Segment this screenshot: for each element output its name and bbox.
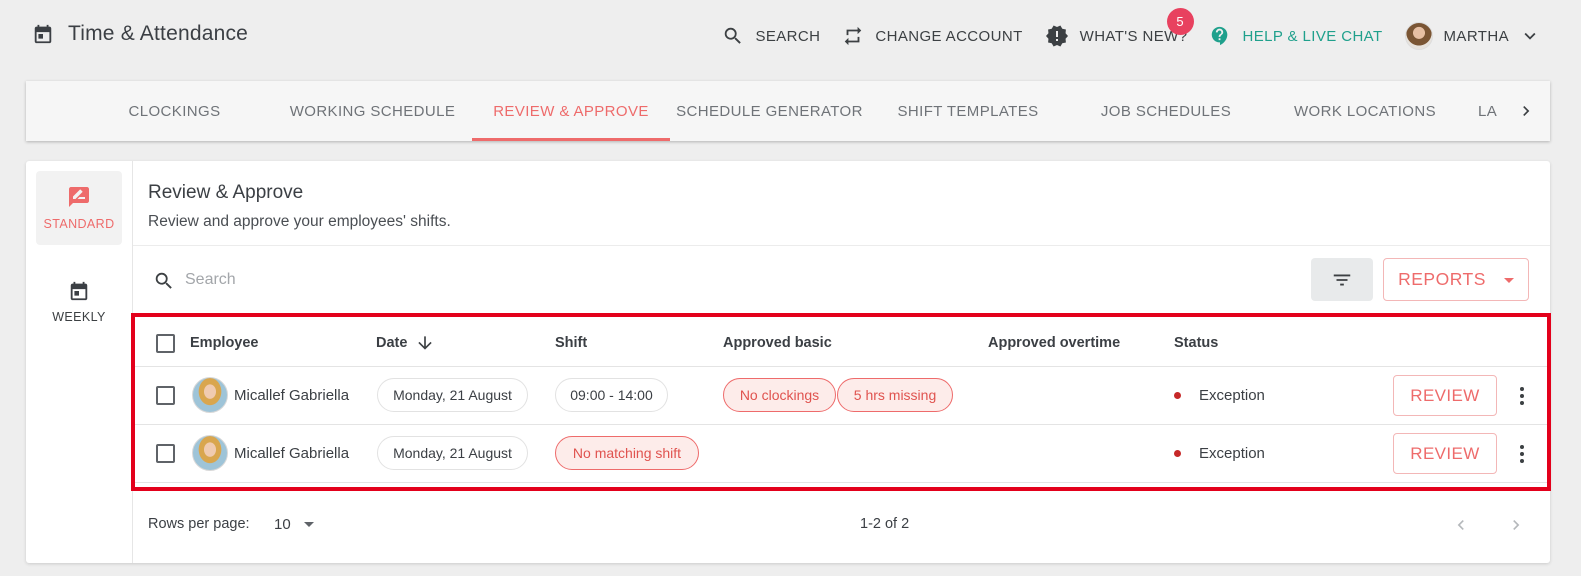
more-vert-icon[interactable] (1517, 444, 1527, 464)
main-content: Review & Approve Review and approve your… (133, 161, 1550, 563)
no-matching-shift-chip: No matching shift (555, 436, 699, 470)
rows-per-page-select[interactable]: 10 (274, 516, 314, 533)
row-divider (133, 366, 1550, 367)
reports-button[interactable]: REPORTS (1383, 258, 1529, 301)
content-panel: STANDARD WEEKLY Review & Approve Review … (26, 161, 1550, 563)
top-actions: SEARCH CHANGE ACCOUNT WHAT'S NEW? 5 HELP… (700, 8, 1541, 54)
review-button[interactable]: REVIEW (1393, 433, 1497, 474)
calendar-icon (34, 24, 52, 44)
calendar-icon (70, 281, 88, 301)
status-dot (1174, 392, 1181, 399)
row-checkbox[interactable] (156, 444, 175, 463)
select-all-checkbox[interactable] (156, 334, 175, 353)
tab-truncated[interactable]: LA (1478, 81, 1500, 141)
row-checkbox[interactable] (156, 386, 175, 405)
employee-name: Micallef Gabriella (234, 445, 350, 462)
reports-label: REPORTS (1398, 269, 1486, 289)
tab-job-schedules[interactable]: JOB SCHEDULES (1092, 81, 1240, 141)
view-weekly-label: WEEKLY (52, 310, 106, 324)
status-dot (1174, 450, 1181, 457)
tab-working-schedule[interactable]: WORKING SCHEDULE (278, 81, 467, 141)
help-live-chat-button[interactable]: HELP & LIVE CHAT (1209, 25, 1382, 47)
more-vert-icon[interactable] (1517, 386, 1527, 406)
view-standard[interactable]: STANDARD (36, 171, 122, 245)
help-label: HELP & LIVE CHAT (1242, 27, 1383, 45)
view-standard-label: STANDARD (43, 217, 115, 231)
column-employee[interactable]: Employee (190, 335, 259, 351)
app-title: Time & Attendance (32, 22, 248, 46)
search-input[interactable] (185, 264, 785, 296)
row-divider (133, 482, 1550, 483)
search-button-label: SEARCH (755, 27, 821, 45)
status-text: Exception (1199, 445, 1265, 462)
no-clockings-chip: No clockings (723, 378, 836, 412)
status-text: Exception (1199, 387, 1265, 404)
tab-work-locations[interactable]: WORK LOCATIONS (1280, 81, 1450, 141)
tab-shift-templates[interactable]: SHIFT TEMPLATES (884, 81, 1052, 141)
page-subtitle: Review and approve your employees' shift… (148, 213, 451, 230)
user-name: MARTHA (1443, 27, 1509, 45)
filter-icon (1333, 274, 1351, 285)
tab-clockings[interactable]: CLOCKINGS (116, 81, 233, 141)
arrow-down-icon[interactable] (415, 333, 435, 353)
tab-schedule-generator[interactable]: SCHEDULE GENERATOR (676, 81, 863, 141)
change-account-label: CHANGE ACCOUNT (875, 27, 1023, 45)
review-button[interactable]: REVIEW (1393, 375, 1497, 416)
column-status: Status (1174, 335, 1219, 351)
user-avatar (1404, 22, 1433, 50)
rows-per-page-value: 10 (274, 516, 291, 533)
view-sidebar: STANDARD WEEKLY (26, 161, 133, 563)
date-chip: Monday, 21 August (377, 378, 528, 412)
caret-down-icon (1503, 278, 1514, 283)
search-icon (725, 27, 742, 44)
pagination-range: 1-2 of 2 (860, 516, 910, 532)
avatar (192, 435, 228, 471)
rows-per-page-label: Rows per page: (148, 516, 250, 532)
column-date[interactable]: Date (376, 335, 407, 351)
filter-button[interactable] (1311, 258, 1373, 301)
chevron-down-icon (1524, 32, 1536, 40)
view-weekly[interactable]: WEEKLY (36, 265, 122, 339)
help-icon (1212, 26, 1228, 46)
chevron-left-icon[interactable] (1451, 515, 1471, 535)
hours-missing-chip: 5 hrs missing (837, 378, 953, 412)
column-approved-overtime: Approved overtime (988, 335, 1121, 351)
column-approved-basic: Approved basic (723, 335, 832, 351)
page-title: Review & Approve (148, 182, 304, 203)
app-title-text: Time & Attendance (68, 22, 249, 45)
column-shift: Shift (555, 335, 588, 351)
notification-badge: 5 (1166, 8, 1194, 35)
announcement-icon (1045, 25, 1068, 47)
shift-chip: 09:00 - 14:00 (555, 378, 668, 412)
header-divider (133, 245, 1550, 246)
rate-review-icon (69, 187, 89, 207)
search-button[interactable]: SEARCH (722, 25, 820, 47)
avatar (192, 377, 228, 413)
row-divider (133, 424, 1550, 425)
caret-down-icon (303, 522, 314, 527)
change-account-button[interactable]: CHANGE ACCOUNT (842, 25, 1022, 47)
top-bar: Time & Attendance SEARCH CHANGE ACCOUNT … (0, 0, 1581, 72)
swap-icon (845, 26, 862, 46)
whats-new-button[interactable]: WHAT'S NEW? 5 (1045, 8, 1194, 48)
employee-name: Micallef Gabriella (234, 387, 350, 404)
user-menu[interactable]: MARTHA (1404, 22, 1541, 50)
tab-review-approve[interactable]: REVIEW & APPROVE (472, 81, 670, 141)
chevron-right-icon[interactable] (1506, 515, 1526, 535)
chevron-right-icon[interactable] (1516, 101, 1536, 121)
tab-bar: CLOCKINGS WORKING SCHEDULE REVIEW & APPR… (26, 81, 1550, 141)
date-chip: Monday, 21 August (377, 436, 528, 470)
search-icon (155, 272, 172, 289)
